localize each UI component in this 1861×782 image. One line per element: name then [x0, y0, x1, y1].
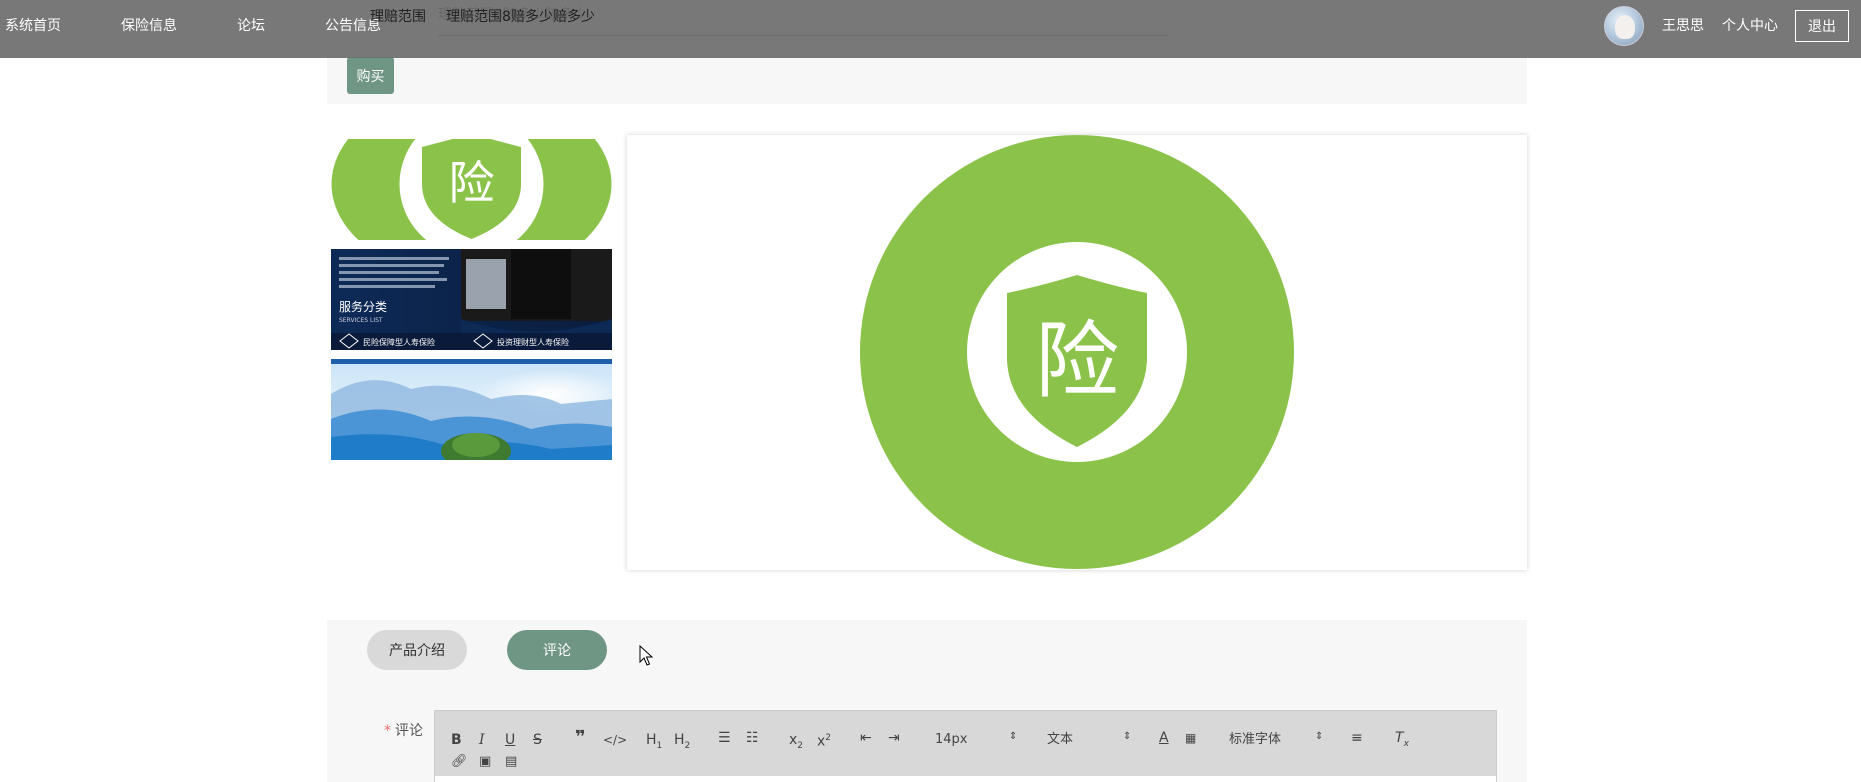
video-icon[interactable]: ▤: [505, 753, 517, 771]
nav-home[interactable]: 系统首页: [5, 0, 61, 52]
italic-icon[interactable]: I: [479, 731, 485, 749]
indent-icon[interactable]: ⇥: [888, 729, 900, 747]
underline-icon[interactable]: U: [505, 731, 515, 749]
thumbnail-landscape[interactable]: [331, 359, 612, 460]
align-icon[interactable]: ≡: [1351, 729, 1363, 747]
tab-comment[interactable]: 评论: [507, 630, 607, 670]
personal-center-link[interactable]: 个人中心: [1722, 0, 1778, 52]
landscape-image: [331, 359, 612, 460]
header-type-caret-icon: ⇕: [1123, 731, 1132, 742]
font-family-caret-icon: ⇕: [1315, 731, 1324, 742]
buy-button[interactable]: 购买: [347, 57, 394, 94]
avatar[interactable]: [1604, 6, 1644, 46]
services-item-2: 投资理财型人寿保险: [497, 337, 569, 347]
tab-product-intro[interactable]: 产品介绍: [367, 630, 467, 670]
thumbnail-insurance-badge[interactable]: 险: [331, 139, 612, 240]
code-block-icon[interactable]: </>: [603, 731, 627, 749]
required-mark: *: [384, 723, 391, 739]
ordered-list-icon[interactable]: ☰: [718, 729, 731, 747]
insurance-badge-icon: 险: [331, 139, 612, 240]
header-type-select[interactable]: 文本: [1047, 731, 1073, 749]
badge-char: 险: [449, 156, 495, 210]
comment-field-label: * 评论: [384, 720, 423, 740]
blockquote-icon[interactable]: ❞: [575, 729, 586, 747]
nav-insurance[interactable]: 保险信息: [121, 0, 177, 52]
font-family-select[interactable]: 标准字体: [1229, 731, 1281, 749]
font-size-select[interactable]: 14px: [935, 731, 968, 749]
link-icon[interactable]: 🔗︎: [451, 753, 468, 771]
heading-2-icon[interactable]: H2: [674, 731, 690, 755]
mouse-cursor-icon: [639, 645, 654, 666]
heading-1-icon[interactable]: H1: [646, 731, 662, 755]
comment-label-text: 评论: [395, 723, 423, 739]
logout-button[interactable]: 退出: [1795, 10, 1849, 42]
bold-icon[interactable]: B: [451, 731, 462, 749]
insurance-shield-logo: 险: [860, 135, 1294, 569]
username[interactable]: 王思思: [1662, 0, 1704, 52]
comment-editor-body[interactable]: [434, 776, 1497, 782]
services-item-1: 民险保障型人寿保险: [363, 337, 435, 347]
claim-range-value-overlay: 理赔范围8赔多少赔多少: [446, 9, 595, 25]
services-title: 服务分类: [339, 299, 387, 314]
image-icon[interactable]: ▣: [479, 753, 491, 771]
rich-text-toolbar: B I U S ❞ </> H1 H2 ☰ ☷ x2 x2 ⇤ ⇥ 14px ⇕…: [434, 710, 1497, 782]
page: 理赔范围 理赔范围8赔多少赔多少 购买 系统首页 保险信息 论坛 公告信息 王思…: [0, 0, 1861, 782]
bullet-list-icon[interactable]: ☷: [746, 729, 759, 747]
outdent-icon[interactable]: ⇤: [860, 729, 872, 747]
shield-char: 险: [1035, 312, 1119, 410]
main-product-image: 险: [627, 135, 1527, 570]
font-size-caret-icon: ⇕: [1009, 731, 1018, 742]
services-banner-icon: 服务分类 SERVICES LIST 民险保障型人寿保险 投资理财型人寿保险: [331, 249, 612, 350]
claim-range-label-overlay: 理赔范围: [370, 9, 426, 25]
nav-forum[interactable]: 论坛: [237, 0, 265, 52]
font-color-icon[interactable]: A: [1159, 729, 1169, 747]
superscript-icon[interactable]: x2: [817, 729, 831, 751]
top-nav: 系统首页 保险信息 论坛 公告信息 王思思 个人中心 退出: [0, 0, 1861, 58]
clear-format-icon[interactable]: Tx: [1395, 729, 1409, 753]
strike-icon[interactable]: S: [533, 731, 542, 749]
subscript-icon[interactable]: x2: [789, 731, 803, 755]
thumbnail-services[interactable]: 服务分类 SERVICES LIST 民险保障型人寿保险 投资理财型人寿保险: [331, 249, 612, 350]
background-color-icon[interactable]: ▦: [1185, 729, 1196, 747]
services-subtitle: SERVICES LIST: [339, 317, 383, 324]
